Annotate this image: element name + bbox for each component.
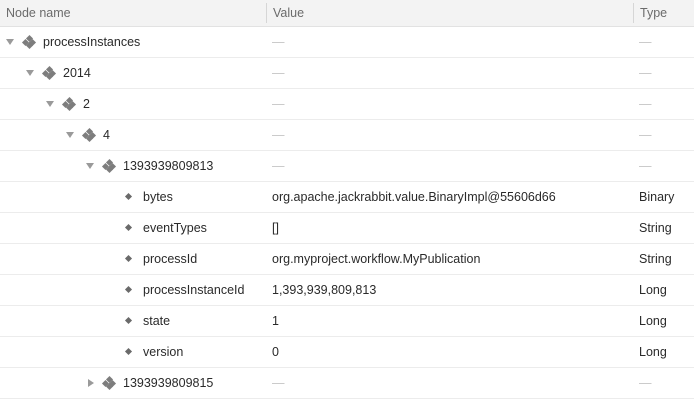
property-value: org.myproject.workflow.MyPublication	[272, 252, 481, 266]
collapsed-arrow-icon[interactable]	[88, 379, 94, 387]
table-header: Node name Value Type	[0, 0, 694, 27]
property-name: bytes	[143, 190, 173, 204]
node-type: —	[639, 66, 652, 80]
property-row-version[interactable]: version 0 Long	[0, 337, 694, 368]
property-type: Binary	[639, 190, 675, 204]
expand-arrow-icon[interactable]	[26, 70, 34, 76]
tree-row-4[interactable]: 4 — —	[0, 120, 694, 151]
node-type: —	[639, 128, 652, 142]
property-icon	[124, 192, 133, 201]
node-name: 4	[103, 128, 110, 142]
property-name: processInstanceId	[143, 283, 245, 297]
property-row-processinstanceid[interactable]: processInstanceId 1,393,939,809,813 Long	[0, 275, 694, 306]
property-icon	[124, 347, 133, 356]
column-divider[interactable]	[266, 3, 267, 23]
column-header-type[interactable]: Type	[640, 0, 667, 26]
node-value: —	[272, 159, 285, 173]
property-value: []	[272, 221, 279, 235]
node-name: 1393939809815	[123, 376, 214, 390]
tree-row-processinstances[interactable]: processInstances — —	[0, 27, 694, 58]
tree-row-1393939809815[interactable]: 1393939809815 — —	[0, 368, 694, 399]
property-type: String	[639, 252, 672, 266]
node-type: —	[639, 376, 652, 390]
tree-row-2[interactable]: 2 — —	[0, 89, 694, 120]
node-value: —	[272, 35, 285, 49]
node-value: —	[272, 376, 285, 390]
property-row-state[interactable]: state 1 Long	[0, 306, 694, 337]
node-type: —	[639, 97, 652, 111]
property-type: String	[639, 221, 672, 235]
node-name: 2	[83, 97, 90, 111]
expand-arrow-icon[interactable]	[46, 101, 54, 107]
property-row-processid[interactable]: processId org.myproject.workflow.MyPubli…	[0, 244, 694, 275]
column-header-node-name[interactable]: Node name	[6, 0, 71, 26]
property-row-bytes[interactable]: bytes org.apache.jackrabbit.value.Binary…	[0, 182, 694, 213]
property-type: Long	[639, 283, 667, 297]
node-name: processInstances	[43, 35, 141, 49]
property-value: 1,393,939,809,813	[272, 283, 377, 297]
property-value: org.apache.jackrabbit.value.BinaryImpl@5…	[272, 190, 556, 204]
property-row-eventtypes[interactable]: eventTypes [] String	[0, 213, 694, 244]
node-icon	[41, 65, 57, 81]
column-header-value[interactable]: Value	[273, 0, 304, 26]
property-name: version	[143, 345, 184, 359]
node-value: —	[272, 128, 285, 142]
property-value: 0	[272, 345, 279, 359]
tree-row-2014[interactable]: 2014 — —	[0, 58, 694, 89]
property-icon	[124, 316, 133, 325]
property-icon	[124, 223, 133, 232]
expand-arrow-icon[interactable]	[86, 163, 94, 169]
node-icon	[61, 96, 77, 112]
node-value: —	[272, 66, 285, 80]
node-value: —	[272, 97, 285, 111]
node-type: —	[639, 159, 652, 173]
property-name: state	[143, 314, 171, 328]
property-name: processId	[143, 252, 198, 266]
property-value: 1	[272, 314, 279, 328]
node-name: 2014	[63, 66, 91, 80]
tree-row-1393939809813[interactable]: 1393939809813 — —	[0, 151, 694, 182]
column-divider[interactable]	[633, 3, 634, 23]
property-icon	[124, 285, 133, 294]
node-icon	[101, 375, 117, 391]
node-icon	[21, 34, 37, 50]
property-name: eventTypes	[143, 221, 207, 235]
node-type: —	[639, 35, 652, 49]
property-type: Long	[639, 314, 667, 328]
expand-arrow-icon[interactable]	[66, 132, 74, 138]
property-type: Long	[639, 345, 667, 359]
node-tree-table: Node name Value Type processInstances — …	[0, 0, 694, 399]
expand-arrow-icon[interactable]	[6, 39, 14, 45]
node-name: 1393939809813	[123, 159, 214, 173]
node-icon	[81, 127, 97, 143]
property-icon	[124, 254, 133, 263]
node-icon	[101, 158, 117, 174]
